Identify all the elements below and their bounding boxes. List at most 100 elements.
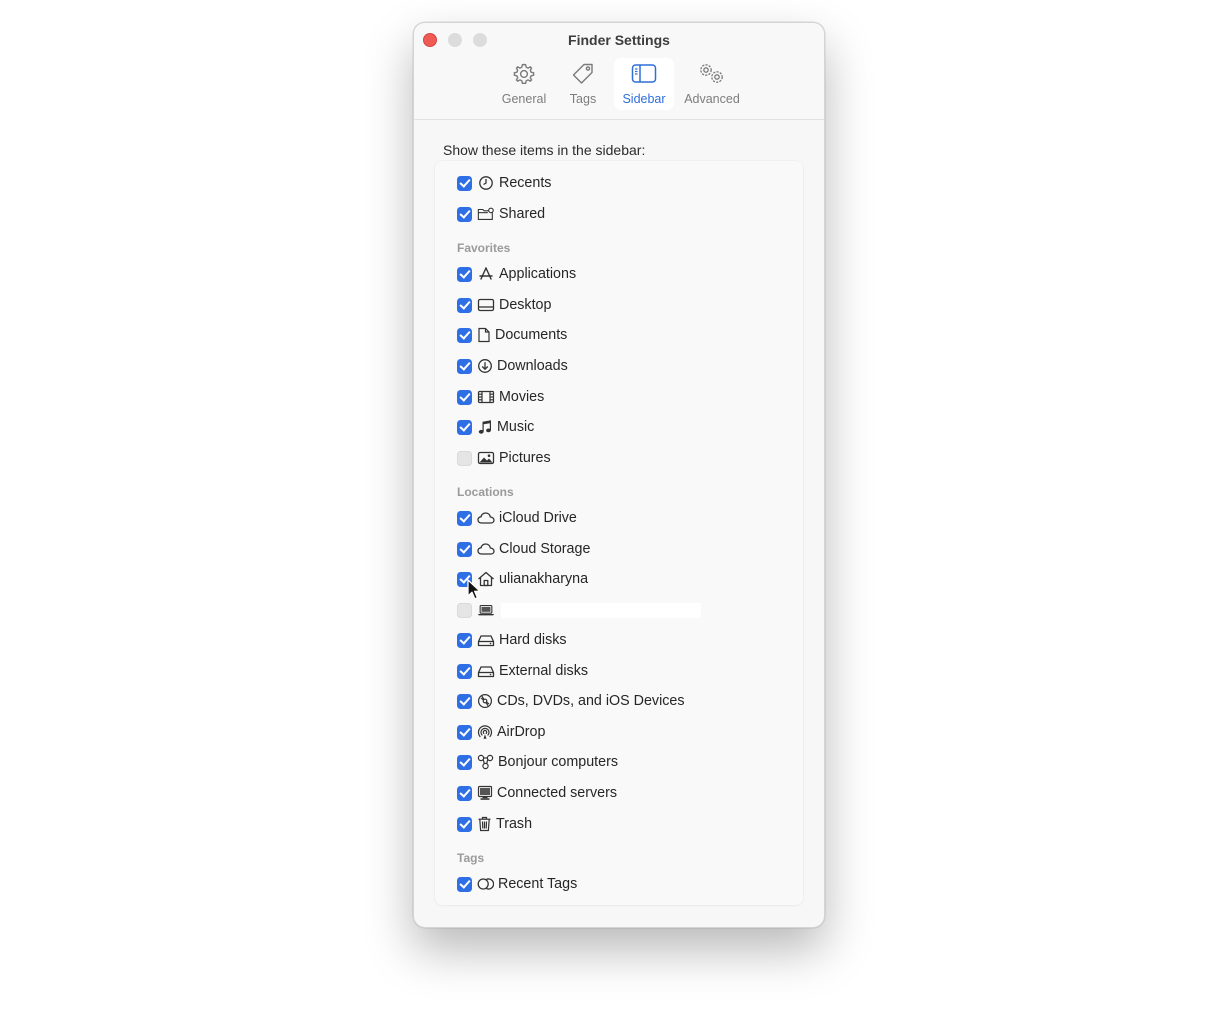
option-desktop[interactable]: Desktop [457, 295, 551, 315]
option-recent-tags[interactable]: Recent Tags [457, 874, 577, 894]
option-documents[interactable]: Documents [457, 325, 567, 345]
trash-label: Trash [496, 816, 533, 832]
hard-disks-checkbox[interactable] [457, 632, 472, 648]
movies-label: Movies [499, 389, 545, 405]
external-disks-checkbox[interactable] [457, 663, 472, 679]
documents-checkbox[interactable] [457, 327, 472, 343]
window-title: Finder Settings [568, 32, 670, 48]
music-note-icon [477, 419, 493, 435]
desktop-label: Desktop [499, 297, 552, 313]
option-hard-disks[interactable]: Hard disks [457, 630, 567, 650]
photo-icon [477, 450, 495, 466]
download-icon [477, 358, 493, 374]
option-optical-and-ios[interactable]: CDs, DVDs, and iOS Devices [457, 691, 685, 711]
recents-label: Recents [499, 175, 552, 191]
movies-checkbox[interactable] [457, 389, 472, 405]
laptop-icon [477, 602, 495, 618]
tab-general[interactable]: General [496, 58, 552, 110]
tab-advanced[interactable]: Advanced [680, 58, 744, 110]
cloud-icon [477, 510, 495, 526]
shared-label: Shared [499, 206, 546, 222]
option-bonjour-computers[interactable]: Bonjour computers [457, 752, 618, 772]
home-folder-label: ulianakharyna [499, 571, 589, 587]
locations-section-title: Locations [457, 485, 514, 499]
music-checkbox[interactable] [457, 419, 472, 435]
sidebar-items-panel: Recents Shared Favorites Applications De… [435, 161, 803, 905]
option-recents[interactable]: Recents [457, 173, 551, 193]
tab-tags-label: Tags [569, 92, 597, 106]
tab-advanced-label: Advanced [684, 92, 740, 106]
option-downloads[interactable]: Downloads [457, 356, 568, 376]
recent-tags-label: Recent Tags [498, 876, 578, 892]
tab-sidebar-label: Sidebar [622, 92, 666, 106]
server-icon [477, 785, 493, 801]
option-movies[interactable]: Movies [457, 387, 544, 407]
music-label: Music [497, 419, 535, 435]
cloud-storage-label: Cloud Storage [499, 541, 591, 557]
gear-icon [496, 61, 552, 87]
icloud-drive-label: iCloud Drive [499, 510, 577, 526]
tab-general-label: General [501, 92, 547, 106]
favorites-section-title: Favorites [457, 241, 511, 255]
external-disks-label: External disks [499, 663, 588, 679]
title-bar: Finder Settings General Tags Sidebar Adv… [414, 23, 824, 120]
sidebar-icon [614, 61, 674, 87]
tags-circles-icon [477, 876, 494, 892]
pictures-label: Pictures [499, 450, 551, 466]
mouse-pointer-icon [467, 579, 481, 600]
shared-checkbox[interactable] [457, 206, 472, 222]
tab-sidebar[interactable]: Sidebar [614, 58, 674, 110]
gears-icon [680, 61, 744, 87]
option-shared[interactable]: Shared [457, 204, 545, 224]
trash-checkbox[interactable] [457, 816, 472, 832]
option-computer-redacted[interactable] [457, 600, 701, 620]
recent-tags-checkbox[interactable] [457, 876, 472, 892]
option-icloud-drive[interactable]: iCloud Drive [457, 508, 577, 528]
cloud-storage-checkbox[interactable] [457, 541, 472, 557]
documents-label: Documents [495, 327, 568, 343]
option-connected-servers[interactable]: Connected servers [457, 783, 617, 803]
external-disk-icon [477, 663, 495, 679]
airdrop-label: AirDrop [497, 724, 546, 740]
applications-label: Applications [499, 266, 577, 282]
pictures-checkbox[interactable] [457, 450, 472, 466]
clock-icon [477, 175, 495, 191]
cloud-icon [477, 541, 495, 557]
bonjour-computers-label: Bonjour computers [498, 754, 618, 770]
bonjour-computers-checkbox[interactable] [457, 754, 472, 770]
redacted-computer-name [501, 602, 701, 618]
option-applications[interactable]: Applications [457, 264, 576, 284]
finder-settings-window: Finder Settings General Tags Sidebar Adv… [413, 22, 825, 928]
bonjour-icon [477, 754, 494, 770]
tab-tags[interactable]: Tags [560, 58, 606, 110]
hard-disk-icon [477, 632, 495, 648]
option-music[interactable]: Music [457, 417, 534, 437]
hard-disks-label: Hard disks [499, 632, 567, 648]
applications-checkbox[interactable] [457, 266, 472, 282]
icloud-drive-checkbox[interactable] [457, 510, 472, 526]
connected-servers-checkbox[interactable] [457, 785, 472, 801]
downloads-label: Downloads [497, 358, 568, 374]
downloads-checkbox[interactable] [457, 358, 472, 374]
option-cloud-storage[interactable]: Cloud Storage [457, 539, 590, 559]
airdrop-icon [477, 724, 493, 740]
sidebar-items-heading: Show these items in the sidebar: [443, 142, 646, 158]
connected-servers-label: Connected servers [497, 785, 617, 801]
document-icon [477, 327, 491, 343]
computer-checkbox[interactable] [457, 602, 472, 618]
desktop-checkbox[interactable] [457, 297, 472, 313]
option-pictures[interactable]: Pictures [457, 448, 551, 468]
tags-section-title: Tags [457, 851, 485, 865]
disc-icon [477, 693, 493, 709]
airdrop-checkbox[interactable] [457, 724, 472, 740]
optical-and-ios-label: CDs, DVDs, and iOS Devices [497, 693, 685, 709]
option-external-disks[interactable]: External disks [457, 661, 588, 681]
optical-and-ios-checkbox[interactable] [457, 693, 472, 709]
film-icon [477, 389, 495, 405]
option-trash[interactable]: Trash [457, 814, 532, 834]
option-airdrop[interactable]: AirDrop [457, 722, 545, 742]
shared-folder-icon [477, 206, 495, 222]
tag-icon [560, 61, 606, 87]
recents-checkbox[interactable] [457, 175, 472, 191]
trash-icon [477, 816, 492, 832]
